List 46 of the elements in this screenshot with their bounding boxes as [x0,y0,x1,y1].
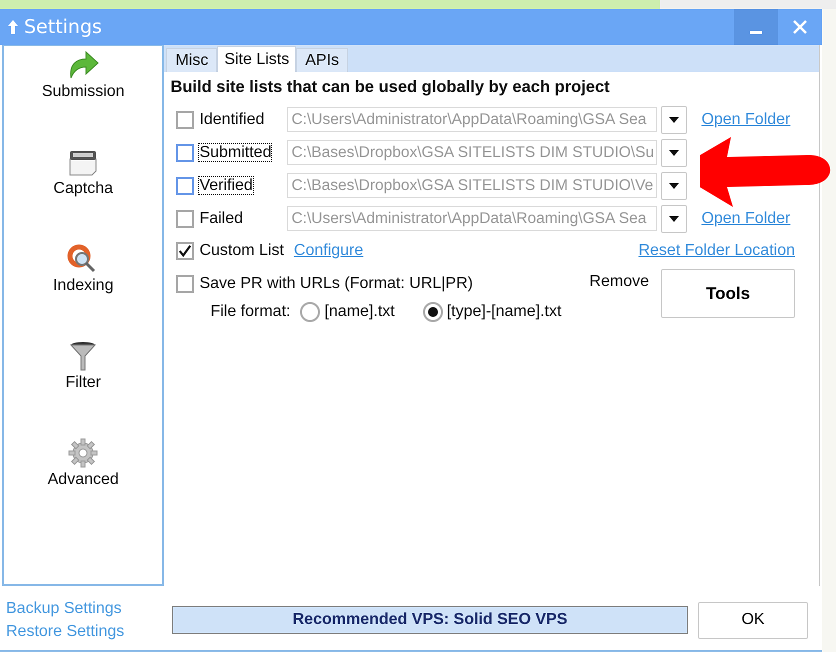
sidebar-item[interactable]: Indexing [52,277,114,295]
dropdown-button[interactable] [661,138,688,166]
curved-arrow-icon [67,50,100,80]
checkbox-label: Identified [199,110,264,128]
gear-icon [67,438,100,468]
ok-button[interactable]: OK [698,602,808,638]
tab[interactable]: Site Lists [217,46,296,72]
tab[interactable]: Misc [166,48,218,72]
section-heading: Build site lists that can be used globally by each project [170,78,611,97]
radio-button[interactable] [422,302,443,322]
checkbox-label: Custom List [199,242,284,260]
checkbox-label: Verified [199,176,253,194]
sidebar-item[interactable]: Filter [65,374,101,392]
minimize-icon [750,31,762,34]
remove-label: Remove [589,273,649,291]
dropdown-button[interactable] [661,204,688,232]
window-title: Settings [24,16,103,38]
sidebar-item[interactable]: Submission [42,83,125,101]
checkbox-label: Failed [199,210,244,226]
tools-button[interactable]: Tools [661,269,795,318]
field-label: File format: [210,303,290,321]
radio-label: [name].txt [324,303,395,321]
checkbox[interactable] [176,110,194,128]
pin-icon [8,20,18,34]
caret-icon [669,216,680,222]
caret-icon [669,150,680,156]
recommendation-banner: Recommended VPS: Solid SEO VPS [172,606,688,634]
checkbox[interactable] [176,242,194,260]
dropdown-button[interactable] [661,172,688,200]
tab[interactable]: APIs [296,48,348,72]
caret-icon [669,182,680,188]
sidebar-item[interactable]: Captcha [53,180,114,198]
checkbox[interactable] [176,176,194,194]
checkbox-label: Submitted [199,144,272,160]
checkbox[interactable] [176,144,194,162]
dropdown-button[interactable] [661,106,688,134]
caret-icon [669,116,680,122]
checkmark-icon [178,243,192,259]
checkbox[interactable] [176,210,194,228]
minimize-button[interactable] [734,9,778,45]
sidebar-item[interactable]: Advanced [48,471,119,489]
checkbox-label: Save PR with URLs (Format: URL|PR) [199,275,473,293]
radio-label: [type]-[name].txt [446,303,562,321]
radio-button[interactable] [300,302,320,322]
checkbox[interactable] [176,275,194,293]
close-icon [792,19,808,35]
